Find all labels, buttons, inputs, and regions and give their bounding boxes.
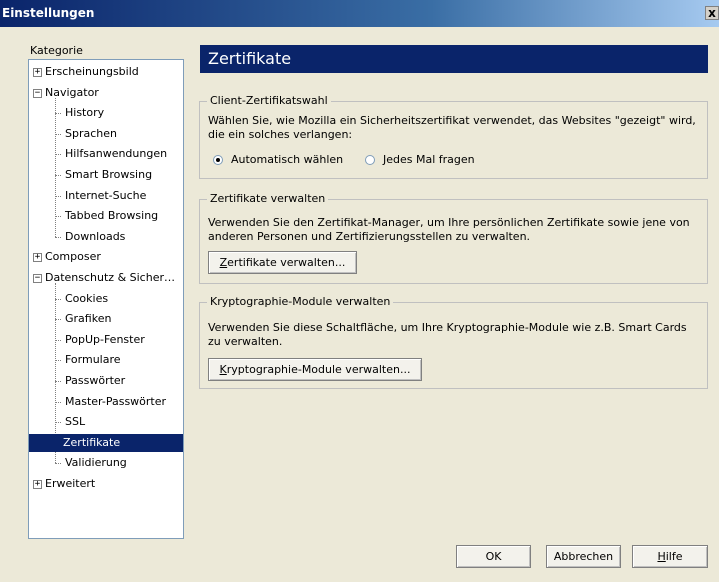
manage-certificates-text: Verwenden Sie den Zertifikat-Manager, um… [208,216,690,243]
tree-connector [55,236,61,238]
expand-icon[interactable]: + [33,253,42,263]
close-icon[interactable]: x [705,6,719,20]
client-certificate-group: Client-Zertifikatswahl Wählen Sie, wie M… [199,94,708,179]
tree-item-label: Sprachen [65,126,117,140]
tree-item-label: Formulare [65,353,121,367]
tree-item[interactable]: Grafiken [63,310,113,328]
tree-item-label: Cookies [65,291,109,305]
client-certificate-group-title: Client-Zertifikatswahl [207,94,331,107]
tree-connector [55,113,61,115]
tree-item-label: Zertifikate [63,435,121,449]
tree-item-label: SSL [65,415,86,429]
tree-connector [55,175,61,176]
tree-item[interactable]: Datenschutz & Sicher… [43,269,177,287]
panel-title: Zertifikate [200,45,708,73]
tree-item-label: Erweitert [45,477,96,490]
tree-connector [55,133,61,135]
collapse-icon[interactable]: − [33,274,42,283]
radio-ask-label[interactable]: Jedes Mal fragen [383,153,475,166]
expand-icon[interactable]: + [33,68,42,77]
tree-connector [55,360,61,362]
tree-connector [55,401,61,403]
tree-item[interactable]: Master-Passwörter [63,393,168,411]
tree-connector [55,216,61,218]
crypto-modules-group: Kryptographie-Module verwalten Verwenden… [199,295,708,389]
tree-connector [55,381,61,382]
collapse-icon[interactable]: − [33,88,42,98]
tree-item-label: Downloads [65,229,126,243]
tree-connector [55,319,61,321]
tree-item-label: Validierung [65,456,127,470]
tree-item-label: Grafiken [65,312,112,326]
tree-item[interactable]: Navigator [43,84,101,102]
ok-button[interactable]: OK [456,545,531,568]
crypto-modules-accesskey: K [219,363,227,376]
cancel-button[interactable]: Abbrechen [546,545,621,568]
tree-item[interactable]: Cookies [63,290,110,308]
tree-connector [55,422,61,424]
manage-certificates-group-title: Zertifikate verwalten [207,192,329,205]
tree-item[interactable]: PopUp-Fenster [63,331,147,349]
tree-item[interactable]: Composer [43,248,103,266]
tree-item-label: Erscheinungsbild [45,65,139,78]
crypto-modules-group-title: Kryptographie-Module verwalten [207,295,394,308]
tree-item[interactable]: Sprachen [63,125,119,143]
tree-item[interactable]: Erweitert [43,475,97,493]
tree-connector [55,195,61,197]
tree-item-label: Navigator [45,85,99,99]
tree-item-label: Hilfsanwendungen [65,147,168,161]
tree-item-label: Tabbed Browsing [65,209,159,223]
radio-automatic-label[interactable]: Automatisch wählen [231,153,343,166]
tree-item[interactable]: Downloads [63,228,127,246]
tree-item[interactable]: Hilfsanwendungen [63,145,169,163]
title-bar: Einstellungen x [0,0,719,27]
tree-item-label: Composer [45,250,101,264]
tree-item[interactable]: History [63,104,106,122]
tree-item-label: Master-Passwörter [65,394,167,408]
tree-item[interactable]: Formulare [63,351,123,369]
tree-connector [55,339,61,341]
category-tree[interactable]: + Erscheinungsbild − Navigator History Sprach… [28,59,184,539]
tree-item-label: Smart Browsing [65,168,153,181]
radio-automatic[interactable] [213,155,223,165]
tree-item[interactable]: Passwörter [63,372,127,390]
tree-connector [55,463,61,465]
help-button-label: ilfe [665,550,683,563]
tree-item-label: Passwörter [65,374,126,387]
help-button[interactable]: Hilfe [632,545,708,568]
manage-certificates-button-label: ertifikate verwalten... [227,256,346,269]
tree-item[interactable]: Validierung [63,454,129,472]
help-accesskey: H [657,550,666,563]
manage-certificates-button[interactable]: Zertifikate verwalten... [208,251,357,274]
radio-ask-every-time[interactable] [365,155,375,165]
tree-item-label: History [65,106,105,120]
tree-connector [55,298,61,300]
tree-connector [55,154,61,156]
kategorie-label: Kategorie [30,44,83,57]
crypto-modules-button-label: ryptographie-Module verwalten... [226,363,411,376]
tree-item[interactable]: Tabbed Browsing [63,207,160,225]
tree-item-label: PopUp-Fenster [65,332,145,346]
tree-item-label: Internet-Suche [65,188,147,202]
manage-certificates-group: Zertifikate verwalten Verwenden Sie den … [199,192,708,284]
tree-item[interactable]: Zertifikate [29,433,183,452]
expand-icon[interactable]: + [33,480,42,489]
tree-item-label: Datenschutz & Sicher… [45,271,175,284]
manage-crypto-modules-button[interactable]: Kryptographie-Module verwalten... [208,358,422,381]
tree-item[interactable]: Smart Browsing [63,166,154,184]
tree-item[interactable]: Erscheinungsbild [43,63,141,81]
client-certificate-text: Wählen Sie, wie Mozilla ein Sicherheitsz… [208,114,696,141]
crypto-modules-text: Verwenden Sie diese Schaltfläche, um Ihr… [208,321,687,348]
tree-item[interactable]: Internet-Suche [63,187,148,205]
window-title: Einstellungen [2,6,95,20]
tree-item[interactable]: SSL [63,413,87,431]
